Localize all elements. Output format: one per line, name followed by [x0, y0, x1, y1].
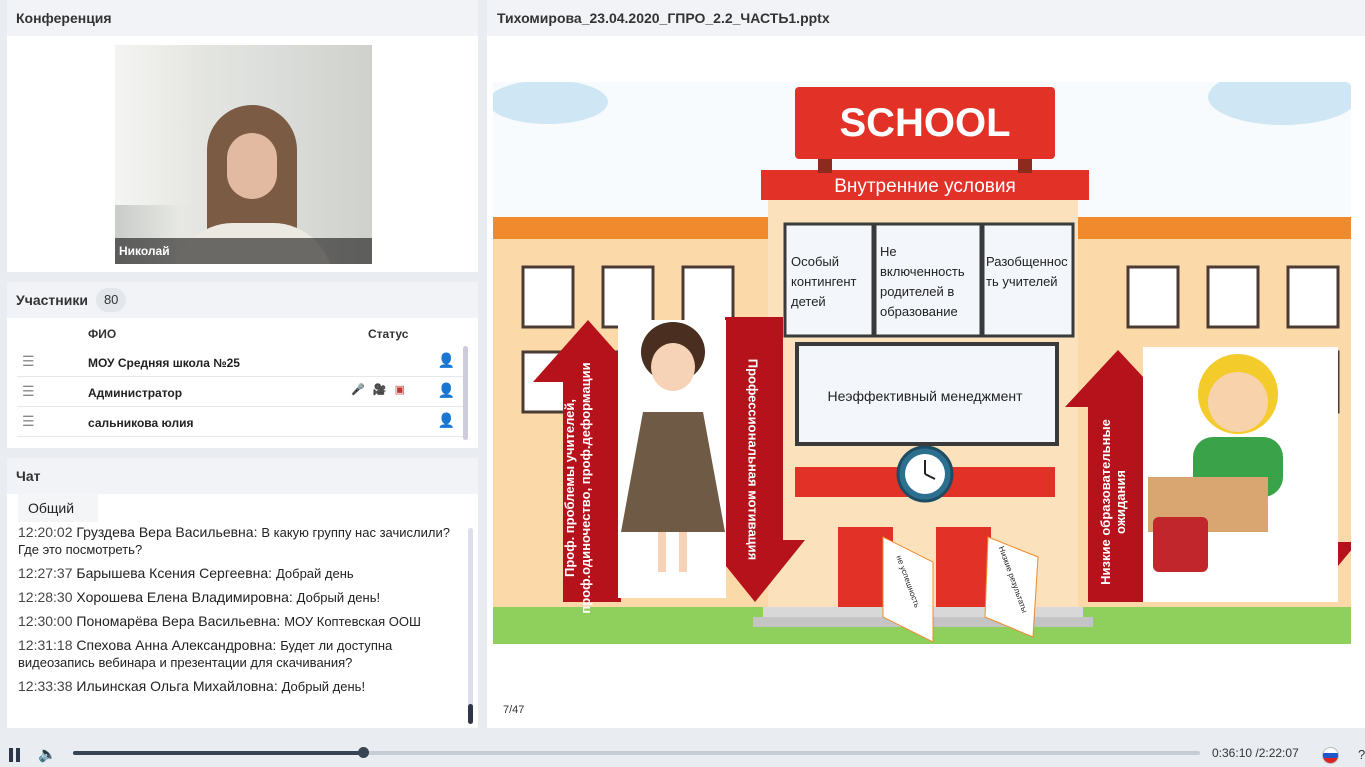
pause-icon[interactable]	[9, 748, 13, 762]
slide-illustration: SCHOOL Внутренние условия Неэффективный …	[493, 82, 1351, 644]
participant-row[interactable]: ☰ Администратор 🎤🎥▣ 👤	[17, 377, 465, 407]
help-button[interactable]: ?	[1358, 747, 1365, 762]
admin-icon: 👤	[437, 382, 455, 398]
participants-scrollbar[interactable]	[463, 346, 468, 440]
participants-panel: Участники 80 ФИО Статус ☰ МОУ Средняя шк…	[7, 282, 478, 448]
slide-number: 7/47	[503, 704, 525, 716]
participant-row[interactable]: ☰ сальникова юлия 👤	[17, 407, 465, 437]
chat-scroll-thumb[interactable]	[468, 704, 473, 724]
slide-box4-text: Неэффективный менеджмент	[827, 388, 1023, 404]
participants-title: Участники	[16, 292, 88, 308]
conference-panel: Конференция Николай	[7, 0, 478, 272]
video-window-bg	[115, 45, 193, 205]
video-caption: Николай	[115, 238, 372, 264]
participants-count-badge: 80	[95, 288, 127, 312]
slide-box3-text: Разобщенность учителей	[986, 254, 1068, 289]
chat-message: 12:20:02 Груздева Вера Васильевна: В как…	[18, 524, 450, 557]
video-tile[interactable]: Николай	[115, 45, 372, 264]
slide-arrow-right-down-text: Учебная мотивация	[1305, 395, 1321, 524]
media-off-icons[interactable]: 🎤🎥▣	[351, 383, 413, 396]
participant-name: МОУ Средняя школа №25	[88, 356, 240, 370]
chat-messages: 12:20:02 Груздева Вера Васильевна: В как…	[18, 524, 463, 724]
participant-row[interactable]: ☰ МОУ Средняя школа №25 👤	[17, 347, 465, 377]
chat-message: 12:33:38 Ильинская Ольга Михайловна: Доб…	[18, 678, 366, 694]
presentation-panel: Тихомирова_23.04.2020_ГПРО_2.2_ЧАСТЬ1.pp…	[487, 0, 1365, 728]
video-person-face	[227, 133, 277, 199]
drag-handle-icon[interactable]: ☰	[22, 383, 35, 400]
chat-message: 12:30:00 Пономарёва Вера Васильевна: МОУ…	[18, 613, 421, 629]
slide: SCHOOL Внутренние условия Неэффективный …	[493, 82, 1351, 644]
col-name-header: ФИО	[88, 327, 117, 341]
language-flag-icon[interactable]	[1322, 747, 1339, 764]
conference-title: Конференция	[7, 0, 478, 36]
slide-arrow-left-up-text: Проф. проблемы учителей, проф.одиночеств…	[562, 362, 593, 614]
seek-bar[interactable]	[73, 747, 1200, 758]
playback-time: 0:36:10 /2:22:07	[1212, 746, 1299, 760]
slide-box2-text: Не включенность родителей в образование	[880, 244, 965, 319]
player-bar: 🔈 0:36:10 /2:22:07 ?	[0, 738, 1365, 767]
chat-message: 12:28:30 Хорошева Елена Владимировна: До…	[18, 589, 381, 605]
participants-table-header: ФИО Статус	[7, 324, 467, 344]
col-status-header: Статус	[368, 327, 409, 341]
seek-handle[interactable]	[357, 747, 369, 758]
presentation-title: Тихомирова_23.04.2020_ГПРО_2.2_ЧАСТЬ1.pp…	[487, 0, 1365, 36]
chat-scrollbar[interactable]	[468, 528, 473, 724]
chat-message: 12:27:37 Барышева Ксения Сергеевна: Добр…	[18, 565, 354, 581]
slide-banner-text: Внутренние условия	[834, 176, 1016, 197]
user-icon: 👤	[437, 412, 455, 428]
chat-message: 12:31:18 Спехова Анна Александровна: Буд…	[18, 637, 393, 670]
drag-handle-icon[interactable]: ☰	[22, 353, 35, 370]
seek-progress	[73, 751, 363, 755]
volume-icon[interactable]: 🔈	[38, 745, 57, 763]
slide-school-text: SCHOOL	[839, 101, 1010, 145]
slide-arrow-left-down-text: Профессиональная мотивация	[745, 358, 761, 561]
user-icon: 👤	[437, 352, 455, 368]
chat-title: Чат	[7, 458, 478, 494]
drag-handle-icon[interactable]: ☰	[22, 413, 35, 430]
participant-name: сальникова юлия	[88, 416, 194, 430]
slide-box1-text: Особый контингент детей	[791, 254, 857, 309]
chat-tab-general[interactable]: Общий	[18, 494, 98, 522]
participant-name: Администратор	[88, 386, 183, 400]
slide-arrow-right-up-text: Низкие образовательные ожидания	[1098, 419, 1128, 585]
chat-panel: Чат Общий 12:20:02 Груздева Вера Василье…	[7, 458, 478, 728]
participants-header: Участники 80	[7, 282, 478, 318]
